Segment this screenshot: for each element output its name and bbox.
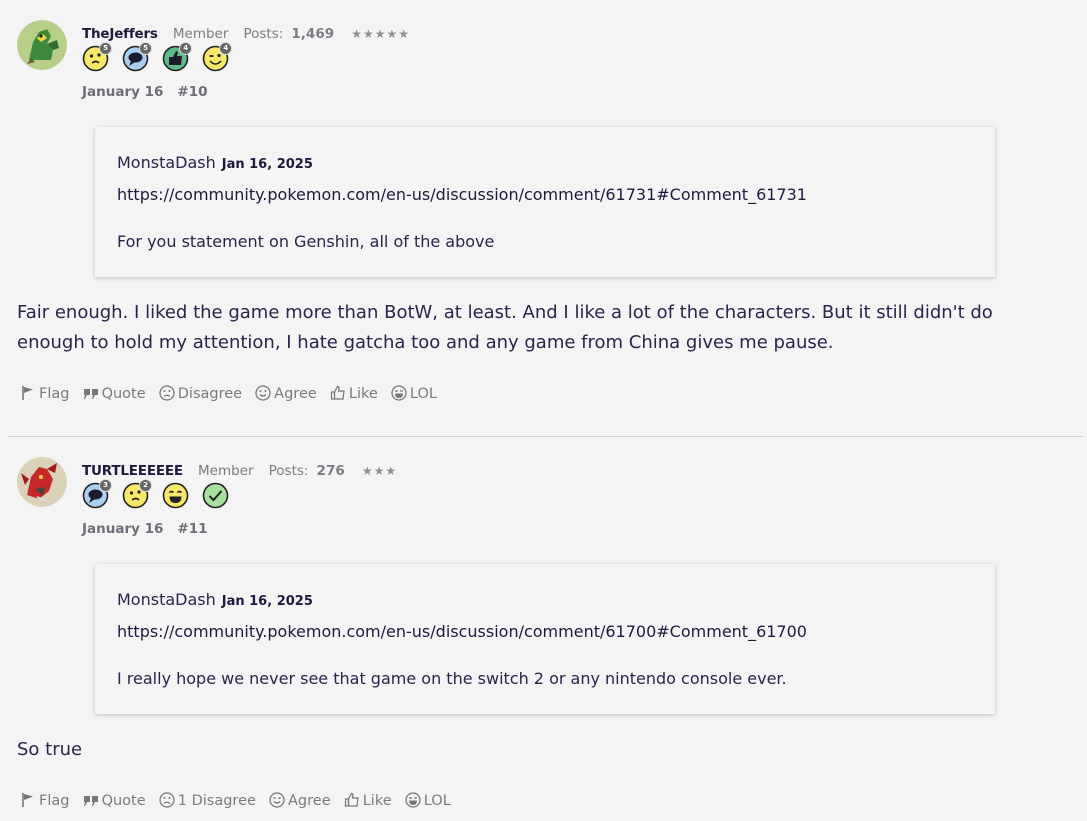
post-body: Fair enough. I liked the game more than … <box>17 302 993 353</box>
quote-button[interactable]: Quote <box>83 385 146 402</box>
laugh-icon <box>391 385 407 401</box>
posts-label: Posts: <box>268 462 309 479</box>
like-button[interactable]: Like <box>330 385 378 402</box>
badge-count: 5 <box>99 42 112 55</box>
disagree-button[interactable]: Disagree <box>159 385 242 402</box>
quote-date[interactable]: Jan 16, 2025 <box>222 157 313 172</box>
quote-block: MonstaDash Jan 16, 2025 https://community… <box>95 564 995 714</box>
posts-count: 276 <box>316 462 345 479</box>
rank-stars: ★★★ <box>361 463 398 478</box>
speech-bubble-badge-icon[interactable]: 5 <box>122 42 153 72</box>
user-role: Member <box>198 462 254 479</box>
quote-author[interactable]: MonstaDash <box>117 590 216 609</box>
post-number[interactable]: #10 <box>177 84 207 100</box>
author-meta: TheJeffers Member Posts: 1,469 ★★★★★ <box>82 23 410 45</box>
post-date[interactable]: January 16 <box>82 84 163 100</box>
quote-text: For you statement on Genshin, all of the… <box>117 232 495 251</box>
discussion-thread: TheJeffers Member Posts: 1,469 ★★★★★ 5 5… <box>0 0 1087 821</box>
posts-label: Posts: <box>243 25 284 42</box>
winking-face-badge-icon[interactable]: 4 <box>202 42 233 72</box>
avatar[interactable] <box>17 20 67 70</box>
thumbs-up-icon <box>330 385 345 400</box>
flag-icon <box>22 386 33 400</box>
smile-icon <box>255 385 271 401</box>
author-meta: TURTLEEEEEE Member Posts: 276 ★★★ <box>82 460 397 482</box>
avatar[interactable] <box>17 457 67 507</box>
frown-icon <box>159 385 175 401</box>
lol-button[interactable]: LOL <box>405 792 451 809</box>
quote-block: MonstaDash Jan 16, 2025 https://community… <box>95 127 995 277</box>
checkmark-badge-icon[interactable] <box>202 482 229 509</box>
badge-count: 4 <box>179 42 193 55</box>
agree-label: Agree <box>274 386 317 402</box>
lol-label: LOL <box>409 386 437 402</box>
flag-icon <box>22 793 33 807</box>
agree-label: Agree <box>288 793 331 809</box>
laugh-icon <box>405 792 421 808</box>
post-dateline: January 16 #10 <box>82 84 208 100</box>
quote-icon <box>83 389 98 399</box>
grinning-face-badge-icon[interactable] <box>162 482 189 509</box>
frown-icon <box>159 792 175 808</box>
post-number[interactable]: #11 <box>177 521 207 537</box>
flag-label: Flag <box>39 793 70 809</box>
quote-label: Quote <box>101 386 146 402</box>
quote-link[interactable]: https://community.pokemon.com/en-us/disc… <box>117 185 807 204</box>
quote-button[interactable]: Quote <box>83 792 146 809</box>
disagree-button[interactable]: 1 Disagree <box>159 792 256 809</box>
quote-link[interactable]: https://community.pokemon.com/en-us/disc… <box>117 622 807 641</box>
quote-date[interactable]: Jan 16, 2025 <box>222 594 313 609</box>
like-label: Like <box>362 793 392 809</box>
username[interactable]: TURTLEEEEEE <box>82 463 183 479</box>
post-actions: Flag Quote 1 Disagree Agree Like LOL <box>20 790 459 812</box>
like-button[interactable]: Like <box>344 792 392 809</box>
lol-label: LOL <box>423 793 451 809</box>
post-date[interactable]: January 16 <box>82 521 163 537</box>
badge-count: 2 <box>139 479 153 492</box>
agree-button[interactable]: Agree <box>269 792 331 809</box>
quote-text: I really hope we never see that game on … <box>117 669 787 688</box>
quote-header: MonstaDash Jan 16, 2025 <box>117 153 313 172</box>
disagree-label: Disagree <box>177 386 243 402</box>
disagree-label: 1 Disagree <box>177 793 256 809</box>
speech-bubble-badge-icon[interactable]: 3 <box>82 479 112 509</box>
badge-row: 3 2 <box>82 479 237 512</box>
like-label: Like <box>348 386 378 402</box>
quote-icon <box>83 796 98 806</box>
user-role: Member <box>172 25 229 42</box>
quote-author[interactable]: MonstaDash <box>117 153 216 172</box>
post-divider <box>8 436 1083 437</box>
confused-face-badge-icon[interactable]: 5 <box>82 42 112 72</box>
badge-count: 5 <box>139 42 153 55</box>
badge-count: 4 <box>219 42 233 55</box>
quote-label: Quote <box>101 793 146 809</box>
quote-header: MonstaDash Jan 16, 2025 <box>117 590 313 609</box>
flag-button[interactable]: Flag <box>20 385 69 402</box>
badge-count: 3 <box>99 479 112 492</box>
post-dateline: January 16 #11 <box>82 521 208 537</box>
smile-icon <box>269 792 285 808</box>
post-body: So true <box>17 739 83 760</box>
rank-stars: ★★★★★ <box>351 26 410 41</box>
post-actions: Flag Quote Disagree Agree Like LOL <box>20 383 445 405</box>
flag-label: Flag <box>39 386 70 402</box>
agree-button[interactable]: Agree <box>255 385 317 402</box>
badge-row: 5 5 4 4 <box>82 42 237 75</box>
thumbs-up-icon <box>344 792 359 807</box>
username[interactable]: TheJeffers <box>82 26 158 42</box>
confused-face-badge-icon[interactable]: 2 <box>122 479 153 509</box>
lol-button[interactable]: LOL <box>391 385 437 402</box>
flag-button[interactable]: Flag <box>20 792 69 809</box>
thumbs-up-badge-icon[interactable]: 4 <box>162 42 193 72</box>
posts-count: 1,469 <box>291 25 335 42</box>
